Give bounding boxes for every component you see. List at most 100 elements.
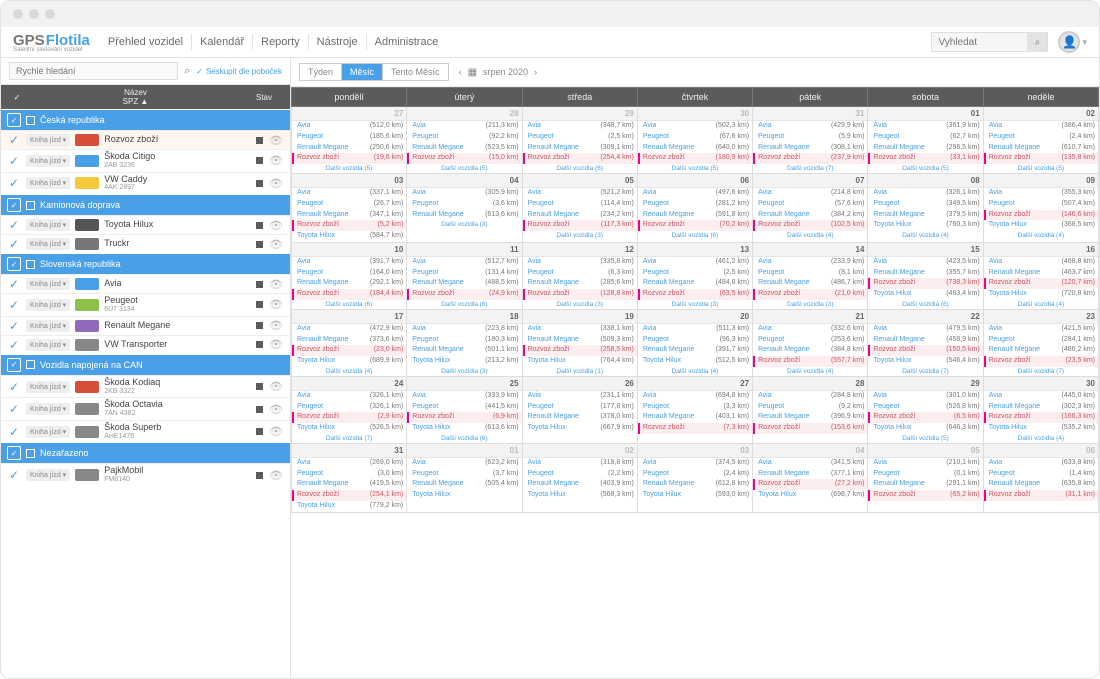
calendar-cell[interactable]: 24Avia(326,1 km)Peugeot(326,1 km)Rozvoz … [292,376,407,443]
calendar-cell[interactable]: 08Avia(326,1 km)Peugeot(349,5 km)Renault… [868,174,983,243]
vehicle-entry[interactable]: Renault Megane(391,7 km) [638,345,752,356]
collapse-icon[interactable] [26,201,35,210]
view-segmented[interactable]: TýdenMěsícTento Měsíc [299,63,449,81]
vehicle-entry[interactable]: Renault Megane(377,1 km) [753,469,867,480]
vehicle-entry[interactable]: Toyota Hilux [407,490,521,501]
trip-log-pill[interactable]: Kniha jízd ▾ [26,426,70,438]
vehicle-row[interactable]: ✓Kniha jízd ▾Peugeot6U7 3134👁 [1,293,290,316]
vehicle-entry[interactable]: Peugeot(3,7 km) [407,469,521,480]
vehicle-entry[interactable]: Avia(301,0 km) [868,391,982,402]
more-vehicles-link[interactable]: Další vozidla (6) [407,434,521,443]
calendar-cell[interactable]: 17Avia(472,9 km)Renault Megane(373,6 km)… [292,309,407,376]
nav-kalendář[interactable]: Kalendář [192,34,253,50]
vehicle-entry[interactable]: Renault Megane(612,8 km) [638,479,752,490]
vehicle-entry[interactable]: Peugeot(284,1 km) [984,335,1098,346]
calendar-cell[interactable]: 10Avia(391,7 km)Peugeot(164,0 km)Renault… [292,242,407,309]
trip-log-pill[interactable]: Kniha jízd ▾ [26,177,70,189]
rozvoz-entry[interactable]: Rozvoz zboží(102,5 km) [753,220,867,231]
more-vehicles-link[interactable]: Další vozidla (4) [753,367,867,376]
vehicle-entry[interactable]: Renault Megane(463,7 km) [984,268,1098,279]
check-icon[interactable]: ✓ [7,338,21,352]
rozvoz-entry[interactable]: Rozvoz zboží(65,2 km) [868,490,982,501]
more-vehicles-link[interactable]: Další vozidla (7) [868,367,982,376]
check-all-icon[interactable]: ✓ [7,93,27,102]
calendar-cell[interactable]: 28Avia(284,8 km)Peugeot(9,2 km)Renault M… [753,376,868,443]
vehicle-entry[interactable]: Avia(502,3 km) [638,121,752,132]
calendar-cell[interactable]: 13Avia(461,2 km)Peugeot(2,5 km)Renault M… [637,242,752,309]
vehicle-entry[interactable]: Peugeot(92,2 km) [407,132,521,143]
more-vehicles-link[interactable]: Další vozidla (1) [523,367,637,376]
sidebar-group[interactable]: ✓Vozidla napojená na CAN [1,354,290,375]
vehicle-entry[interactable]: Peugeot(8,1 km) [753,268,867,279]
vehicle-entry[interactable]: Avia(341,5 km) [753,458,867,469]
more-vehicles-link[interactable]: Další vozidla (4) [984,300,1098,309]
vehicle-row[interactable]: ✓Kniha jízd ▾Toyota Hilux👁 [1,215,290,234]
vehicle-entry[interactable]: Avia(305,9 km) [407,188,521,199]
vehicle-entry[interactable]: Renault Megane(384,2 km) [753,210,867,221]
rozvoz-entry[interactable]: Rozvoz zboží(19,6 km) [292,153,406,164]
eye-icon[interactable]: 👁 [268,469,284,482]
quicksearch-input[interactable] [9,62,178,80]
vehicle-entry[interactable]: Peugeot(349,5 km) [868,199,982,210]
calendar-cell[interactable]: 01Avia(623,2 km)Peugeot(3,7 km)Renault M… [407,443,522,512]
rozvoz-entry[interactable]: Rozvoz zboží(5,2 km) [292,220,406,231]
calendar-cell[interactable]: 12Avia(335,8 km)Peugeot(6,3 km)Renault M… [522,242,637,309]
more-vehicles-link[interactable]: Další vozidla (3) [407,220,521,229]
vehicle-entry[interactable]: Renault Megane(488,5 km) [407,278,521,289]
eye-icon[interactable]: 👁 [268,154,284,167]
vehicle-entry[interactable]: Renault Megane(509,3 km) [523,335,637,346]
calendar-cell[interactable]: 05Avia(521,2 km)Peugeot(114,4 km)Renault… [522,174,637,243]
more-vehicles-link[interactable]: Další vozidla (3) [523,300,637,309]
vehicle-entry[interactable]: Toyota Hilux(764,4 km) [523,356,637,367]
rozvoz-entry[interactable]: Rozvoz zboží(738,3 km) [868,278,982,289]
vehicle-entry[interactable]: Avia(421,5 km) [984,324,1098,335]
global-search[interactable]: ⌕ [931,32,1048,52]
calendar-cell[interactable]: 29Avia(301,0 km)Peugeot(526,8 km)Rozvoz … [868,376,983,443]
more-vehicles-link[interactable]: Další vozidla (5) [292,164,406,173]
rozvoz-entry[interactable]: Rozvoz zboží(63,5 km) [638,289,752,300]
sidebar-group[interactable]: ✓Nezařazeno [1,442,290,463]
more-vehicles-link[interactable]: Další vozidla (4) [868,231,982,240]
vehicle-entry[interactable]: Avia(497,6 km) [638,188,752,199]
vehicle-entry[interactable]: Avia(386,4 km) [984,121,1098,132]
rozvoz-entry[interactable]: Rozvoz zboží(117,3 km) [523,220,637,231]
vehicle-entry[interactable]: Renault Megane(419,5 km) [292,479,406,490]
view-tab-0[interactable]: Týden [300,64,342,80]
vehicle-entry[interactable]: Avia(214,8 km) [753,188,867,199]
vehicle-entry[interactable]: Renault Megane(640,0 km) [638,143,752,154]
calendar-cell[interactable]: 09Avia(355,3 km)Peugeot(507,4 km)Rozvoz … [983,174,1098,243]
vehicle-entry[interactable]: Renault Megane(403,1 km) [638,412,752,423]
vehicle-entry[interactable]: Toyota Hilux(646,3 km) [868,423,982,434]
vehicle-entry[interactable]: Avia(223,8 km) [407,324,521,335]
check-icon[interactable]: ✓ [7,257,21,271]
vehicle-entry[interactable]: Avia(318,8 km) [523,458,637,469]
rozvoz-entry[interactable]: Rozvoz zboží(120,7 km) [984,278,1098,289]
eye-icon[interactable]: 👁 [268,403,284,416]
vehicle-entry[interactable]: Renault Megane(292,1 km) [292,278,406,289]
vehicle-entry[interactable]: Renault Megane(378,0 km) [523,412,637,423]
more-vehicles-link[interactable]: Další vozidla (4) [984,434,1098,443]
rozvoz-entry[interactable]: Rozvoz zboží(21,0 km) [753,289,867,300]
vehicle-entry[interactable]: Peugeot(1,4 km) [984,469,1098,480]
vehicle-row[interactable]: ✓Kniha jízd ▾VW Caddy4AK 2897👁 [1,172,290,195]
more-vehicles-link[interactable]: Další vozidla (4) [984,231,1098,240]
vehicle-entry[interactable]: Toyota Hilux(667,9 km) [523,423,637,434]
more-vehicles-link[interactable]: Další vozidla (3) [638,300,752,309]
check-icon[interactable]: ✓ [7,237,21,251]
calendar-cell[interactable]: 16Avia(468,8 km)Renault Megane(463,7 km)… [983,242,1098,309]
nav-nástroje[interactable]: Nástroje [309,34,367,50]
user-avatar[interactable]: 👤 [1058,31,1080,53]
vehicle-entry[interactable]: Renault Megane(384,8 km) [753,345,867,356]
sidebar-group[interactable]: ✓Kamionová doprava [1,194,290,215]
vehicle-row[interactable]: ✓Kniha jízd ▾PajkMobilFM8140👁 [1,463,290,486]
vehicle-entry[interactable]: Avia(461,2 km) [638,257,752,268]
next-month-icon[interactable]: › [534,67,537,77]
vehicle-entry[interactable]: Avia(284,8 km) [753,391,867,402]
chevron-down-icon[interactable]: ▾ [1082,37,1087,48]
vehicle-entry[interactable]: Avia(211,3 km) [407,121,521,132]
more-vehicles-link[interactable]: Další vozidla (7) [753,164,867,173]
vehicle-entry[interactable]: Avia(512,7 km) [407,257,521,268]
nav-přehled-vozidel[interactable]: Přehled vozidel [100,34,192,50]
vehicle-row[interactable]: ✓Kniha jízd ▾Škoda Kodiaq2KB 3322👁 [1,375,290,398]
vehicle-entry[interactable]: Toyota Hilux(546,4 km) [868,356,982,367]
